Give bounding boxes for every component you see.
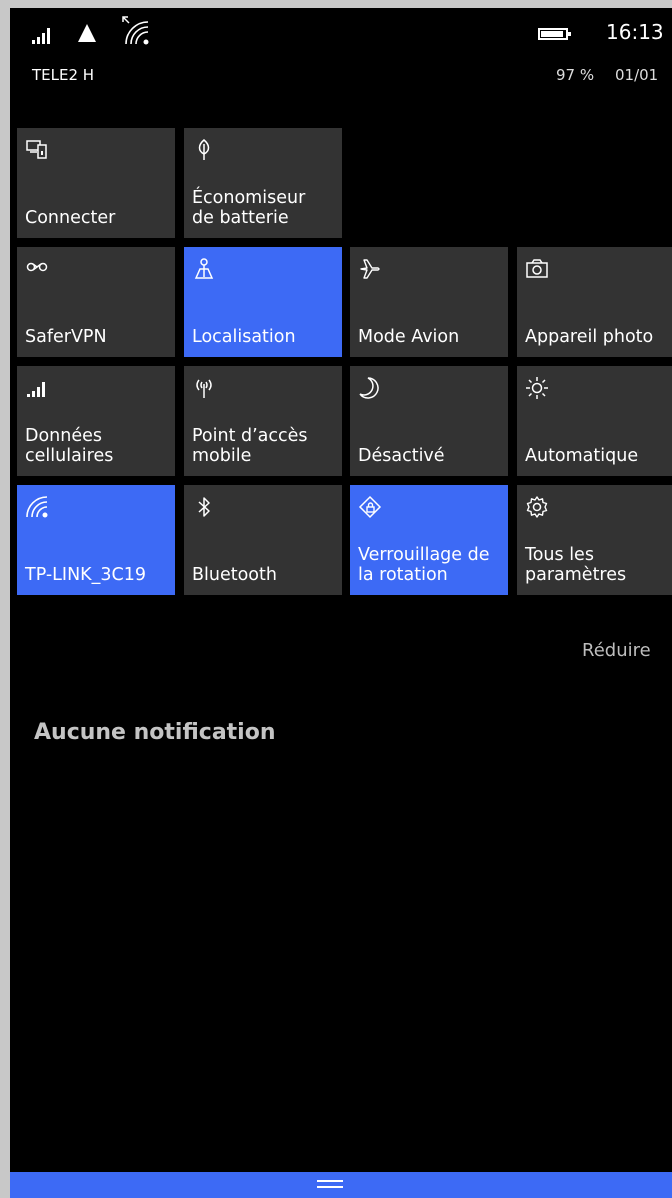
tile-label: TP-LINK_3C19 <box>25 565 147 585</box>
tile-label: Bluetooth <box>192 565 277 585</box>
wifi-status-icon <box>122 16 149 45</box>
tile-brightness[interactable]: Automatique <box>517 366 672 476</box>
location-icon <box>194 258 214 279</box>
camera-icon <box>526 259 548 278</box>
gear-icon <box>526 496 548 518</box>
brightness-icon <box>526 377 548 399</box>
tile-wifi[interactable]: TP-LINK_3C19 <box>17 485 175 595</box>
empty-notifications-text: Aucune notification <box>34 720 276 745</box>
tile-camera[interactable]: Appareil photo <box>517 247 672 357</box>
clock: 16:13 <box>606 20 664 44</box>
rotation-lock-icon <box>358 495 382 519</box>
tile-mobile-hotspot[interactable]: Point d’accès mobile <box>184 366 342 476</box>
airplane-icon <box>360 259 380 279</box>
battery-icon <box>538 28 571 40</box>
cellular-icon <box>27 382 45 397</box>
tile-label: SaferVPN <box>25 327 107 347</box>
date: 01/01 <box>615 66 659 84</box>
battery-percent: 97 % <box>556 66 595 84</box>
tile-label: Tous les paramètres <box>525 545 627 585</box>
tile-label: Désactivé <box>358 446 445 466</box>
wifi-icon <box>26 496 48 518</box>
connect-icon <box>26 140 47 159</box>
tile-battery-saver[interactable]: Économiseur de batterie <box>184 128 342 238</box>
tile-location[interactable]: Localisation <box>184 247 342 357</box>
tile-quiet-hours[interactable]: Désactivé <box>350 366 508 476</box>
collapse-button[interactable]: Réduire <box>582 640 651 661</box>
bluetooth-icon <box>198 497 210 517</box>
tile-cellular-data[interactable]: Données cellulaires <box>17 366 175 476</box>
tile-label: Économiseur de batterie <box>192 188 306 228</box>
tile-safervpn[interactable]: SaferVPN <box>17 247 175 357</box>
tile-label: Données cellulaires <box>25 426 114 466</box>
tile-label: Connecter <box>25 208 116 228</box>
battery-saver-icon <box>198 139 210 160</box>
signal-strength-icon <box>32 28 50 44</box>
tile-label: Localisation <box>192 327 296 347</box>
tile-label: Appareil photo <box>525 327 654 347</box>
vpn-icon <box>26 262 48 272</box>
tile-bluetooth[interactable]: Bluetooth <box>184 485 342 595</box>
drag-handle-icon <box>317 1180 343 1188</box>
tile-label: Point d’accès mobile <box>192 426 308 466</box>
tile-all-settings[interactable]: Tous les paramètres <box>517 485 672 595</box>
tile-rotation-lock[interactable]: Verrouillage de la rotation <box>350 485 508 595</box>
tile-airplane-mode[interactable]: Mode Avion <box>350 247 508 357</box>
carrier-name: TELE2 H <box>32 66 95 84</box>
tile-label: Mode Avion <box>358 327 460 347</box>
roaming-triangle-icon <box>78 24 96 42</box>
drag-handle-bar[interactable] <box>10 1172 672 1198</box>
moon-icon <box>359 377 379 399</box>
tile-label: Automatique <box>525 446 639 466</box>
status-bar: TELE2 H 16:13 97 % 01/01 <box>10 8 672 98</box>
tile-connect[interactable]: Connecter <box>17 128 175 238</box>
action-center: TELE2 H 16:13 97 % 01/01 Connecter Écono… <box>10 8 672 1198</box>
hotspot-icon <box>196 379 212 398</box>
tile-label: Verrouillage de la rotation <box>358 545 490 585</box>
